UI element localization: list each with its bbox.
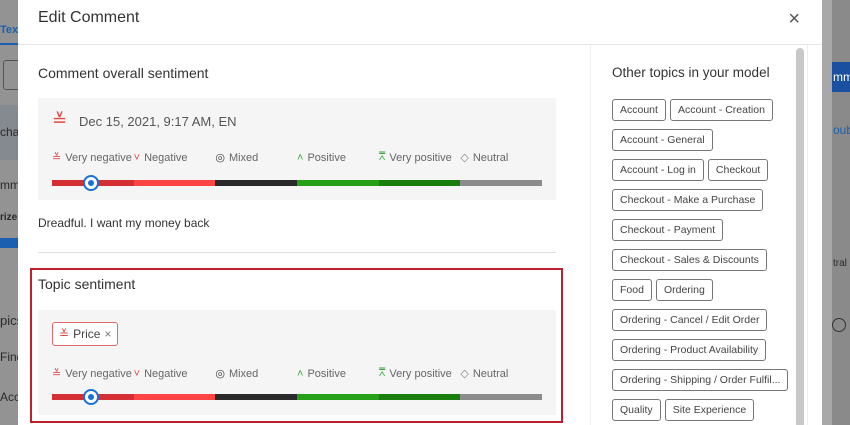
bar-segment-negative <box>133 394 216 400</box>
sentiment-label-negative[interactable]: ˅ Negative <box>134 367 216 380</box>
positive-icon: ˄ <box>297 151 304 164</box>
divider <box>38 252 556 253</box>
sentiment-label-positive[interactable]: ˄ Positive <box>297 151 379 164</box>
very-negative-icon: ≚ <box>59 327 70 341</box>
backdrop-text: Find <box>0 350 18 364</box>
sentiment-label-very-positive[interactable]: ⩞ Very positive <box>379 151 461 164</box>
overall-sentiment-heading: Comment overall sentiment <box>38 65 209 81</box>
overall-sentiment-slider[interactable] <box>52 175 543 191</box>
modal-title: Edit Comment <box>38 9 140 26</box>
bar-segment-negative <box>133 180 216 186</box>
negative-icon: ˅ <box>133 367 141 380</box>
topic-sentiment-slider[interactable] <box>52 389 543 405</box>
topic-list: Account Account - Creation Account - Gener… <box>612 99 792 425</box>
slider-handle[interactable] <box>83 389 99 405</box>
topic-sentiment-box: ≚ Price × ≚ Very negative ˅ Negative ◎ Mixed ˄… <box>38 310 556 415</box>
other-topics-panel: Other topics in your model Account Accoun… <box>590 45 808 425</box>
very-positive-icon: ⩞ <box>378 367 386 379</box>
bar-segment-mixed <box>215 394 298 400</box>
mixed-icon: ◎ <box>215 152 225 164</box>
topic-chip[interactable]: Checkout - Make a Purchase <box>612 189 764 211</box>
topic-chip[interactable]: Checkout - Payment <box>612 219 724 241</box>
very-negative-icon: ≚ <box>52 368 62 380</box>
overall-sentiment-box: ≚ Dec 15, 2021, 9:17 AM, EN ≚ Very negati… <box>38 98 556 200</box>
bar-segment-mixed <box>215 180 298 186</box>
sentiment-label-text: Very positive <box>389 367 452 380</box>
very-negative-icon: ≚ <box>52 110 68 130</box>
sentiment-label-negative[interactable]: ˅ Negative <box>134 151 216 164</box>
backdrop-text: oub <box>833 123 850 137</box>
sentiment-label-text: Very negative <box>65 151 132 164</box>
topic-chip[interactable]: Ordering - Shipping / Order Fulfil... <box>612 369 789 391</box>
sentiment-label-text: Neutral <box>472 151 509 164</box>
topic-chip[interactable]: Food <box>612 279 652 301</box>
topic-chip[interactable]: Site Experience <box>664 399 755 421</box>
backdrop-text: mm <box>0 178 18 192</box>
topic-chip[interactable]: Quality <box>612 399 661 421</box>
comment-text: Dreadful. I want my money back <box>38 216 210 230</box>
topic-chip[interactable]: Checkout - Sales & Discounts <box>612 249 767 271</box>
backdrop-right: mm oub tral <box>822 0 850 425</box>
topic-chip[interactable]: Checkout <box>707 159 769 181</box>
sentiment-labels: ≚ Very negative ˅ Negative ◎ Mixed ˄ Positive ⩞ V… <box>52 367 542 380</box>
topic-chip[interactable]: Account - General <box>612 129 713 151</box>
sentiment-label-text: Mixed <box>228 367 259 380</box>
bar-segment-neutral <box>460 394 543 400</box>
other-topics-heading: Other topics in your model <box>612 65 770 80</box>
very-negative-icon: ≚ <box>52 152 62 164</box>
sentiment-label-text: Positive <box>307 151 346 164</box>
sentiment-label-neutral[interactable]: ◇ Neutral <box>460 151 542 165</box>
very-positive-icon: ⩞ <box>378 151 386 163</box>
slider-handle[interactable] <box>83 175 99 191</box>
sentiment-label-positive[interactable]: ˄ Positive <box>297 367 379 380</box>
neutral-icon: ◇ <box>460 152 469 164</box>
backdrop-text: pics <box>0 313 18 328</box>
backdrop-text: tral <box>833 258 847 269</box>
sentiment-label-text: Negative <box>144 367 188 380</box>
sentiment-label-text: Mixed <box>228 151 259 164</box>
remove-tag-icon[interactable]: × <box>104 327 111 341</box>
backdrop-tab: Tex <box>0 24 18 36</box>
topic-chip[interactable]: Ordering - Cancel / Edit Order <box>612 309 768 331</box>
sentiment-labels: ≚ Very negative ˅ Negative ◎ Mixed ˄ Positive ⩞ V… <box>52 151 542 164</box>
sentiment-label-text: Very negative <box>65 367 132 380</box>
topic-tag-label: Price <box>73 327 101 341</box>
topic-chip[interactable]: Account <box>612 99 666 121</box>
sentiment-label-text: Very positive <box>389 151 452 164</box>
neutral-icon: ◇ <box>460 368 469 380</box>
edit-comment-modal: Edit Comment × Comment overall sentiment… <box>18 0 822 425</box>
bar-segment-positive <box>297 180 379 186</box>
bar-segment-neutral <box>460 180 543 186</box>
topic-tag[interactable]: ≚ Price × <box>52 322 119 346</box>
sentiment-label-text: Positive <box>307 367 346 380</box>
sentiment-label-very-negative[interactable]: ≚ Very negative <box>52 151 134 165</box>
backdrop-text: Acc <box>0 390 18 404</box>
topic-sentiment-heading: Topic sentiment <box>38 276 136 292</box>
bar-segment-very-positive <box>378 180 461 186</box>
sentiment-label-mixed[interactable]: ◎ Mixed <box>215 151 297 165</box>
topic-chip[interactable]: Account - Creation <box>669 99 773 121</box>
mixed-icon: ◎ <box>215 368 225 380</box>
sentiment-label-very-negative[interactable]: ≚ Very negative <box>52 367 134 381</box>
backdrop-left: Tex cha mm rize pics Find Acc <box>0 0 18 425</box>
negative-icon: ˅ <box>133 151 141 164</box>
sentiment-label-text: Neutral <box>472 367 509 380</box>
comment-meta: Dec 15, 2021, 9:17 AM, EN <box>79 114 237 129</box>
sentiment-label-neutral[interactable]: ◇ Neutral <box>460 367 542 381</box>
bar-segment-positive <box>297 394 379 400</box>
modal-header: Edit Comment × <box>18 0 822 45</box>
close-icon[interactable]: × <box>788 8 800 31</box>
backdrop-text: rize <box>0 212 18 223</box>
scrollbar[interactable] <box>796 48 804 425</box>
positive-icon: ˄ <box>297 367 304 380</box>
sentiment-label-very-positive[interactable]: ⩞ Very positive <box>379 367 461 380</box>
topic-chip[interactable]: Account - Log in <box>612 159 704 181</box>
sentiment-label-mixed[interactable]: ◎ Mixed <box>215 367 297 381</box>
backdrop-text: cha <box>0 125 18 139</box>
backdrop-text: mm <box>833 70 850 84</box>
topic-chip[interactable]: Ordering <box>655 279 713 301</box>
sentiment-label-text: Negative <box>144 151 188 164</box>
bar-segment-very-positive <box>378 394 461 400</box>
topic-chip[interactable]: Ordering - Product Availability <box>612 339 767 361</box>
